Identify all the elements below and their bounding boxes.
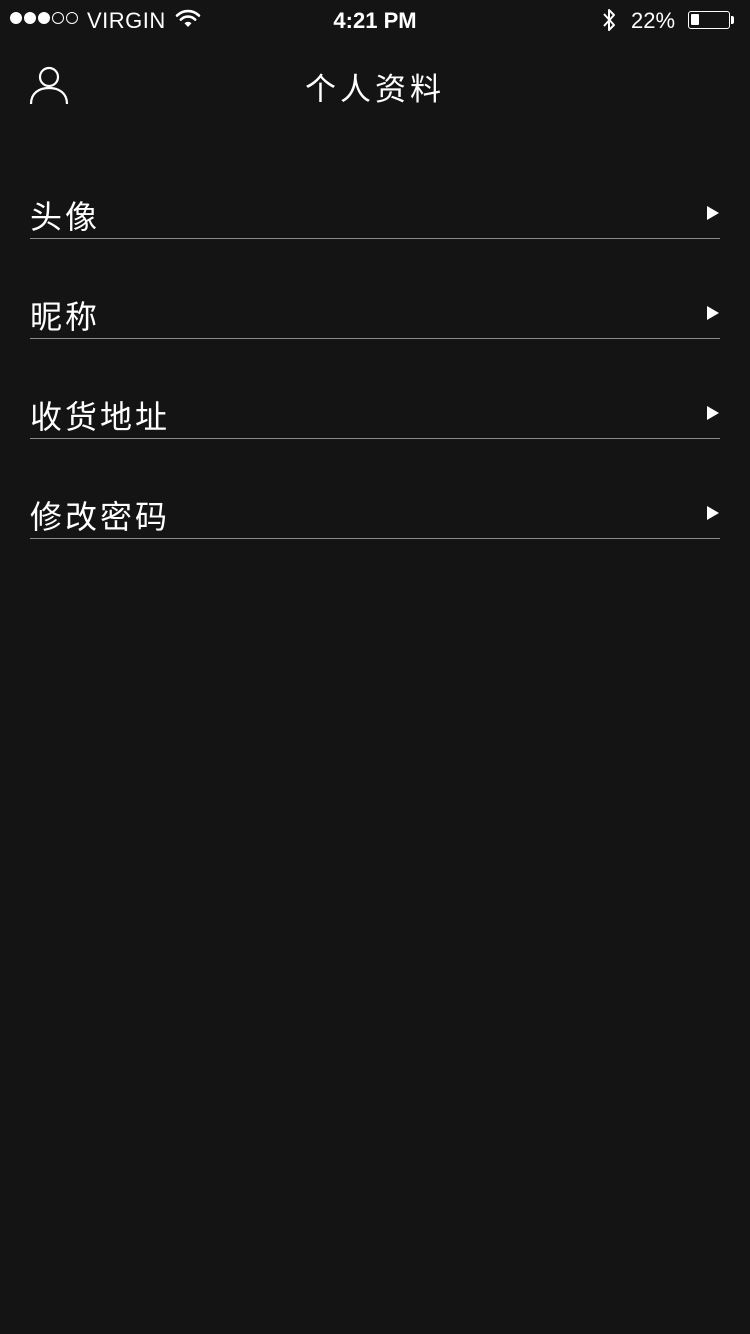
chevron-right-icon <box>707 306 719 320</box>
divider <box>30 538 720 539</box>
chevron-right-icon <box>707 206 719 220</box>
menu-item-avatar[interactable]: 头像 <box>30 170 720 270</box>
profile-menu: 头像 昵称 收货地址 修改密码 <box>30 170 720 570</box>
status-bar: VIRGIN 4:21 PM 22% <box>0 0 750 40</box>
divider <box>30 238 720 239</box>
divider <box>30 338 720 339</box>
page-title: 个人资料 <box>305 72 445 108</box>
nav-bar: 个人资料 <box>0 50 750 120</box>
menu-item-label: 头像 <box>30 198 101 236</box>
menu-item-label: 昵称 <box>30 298 101 336</box>
battery-percent: 22% <box>631 8 676 33</box>
menu-item-change-password[interactable]: 修改密码 <box>30 470 720 570</box>
bluetooth-icon <box>603 9 615 31</box>
menu-item-label: 修改密码 <box>30 498 171 536</box>
chevron-right-icon <box>707 506 719 520</box>
menu-item-nickname[interactable]: 昵称 <box>30 270 720 370</box>
divider <box>30 438 720 439</box>
menu-item-label: 收货地址 <box>30 398 171 436</box>
battery-level <box>691 14 699 25</box>
menu-item-shipping-address[interactable]: 收货地址 <box>30 370 720 470</box>
battery-cap <box>731 16 734 24</box>
battery-icon <box>688 11 730 29</box>
chevron-right-icon <box>707 406 719 420</box>
